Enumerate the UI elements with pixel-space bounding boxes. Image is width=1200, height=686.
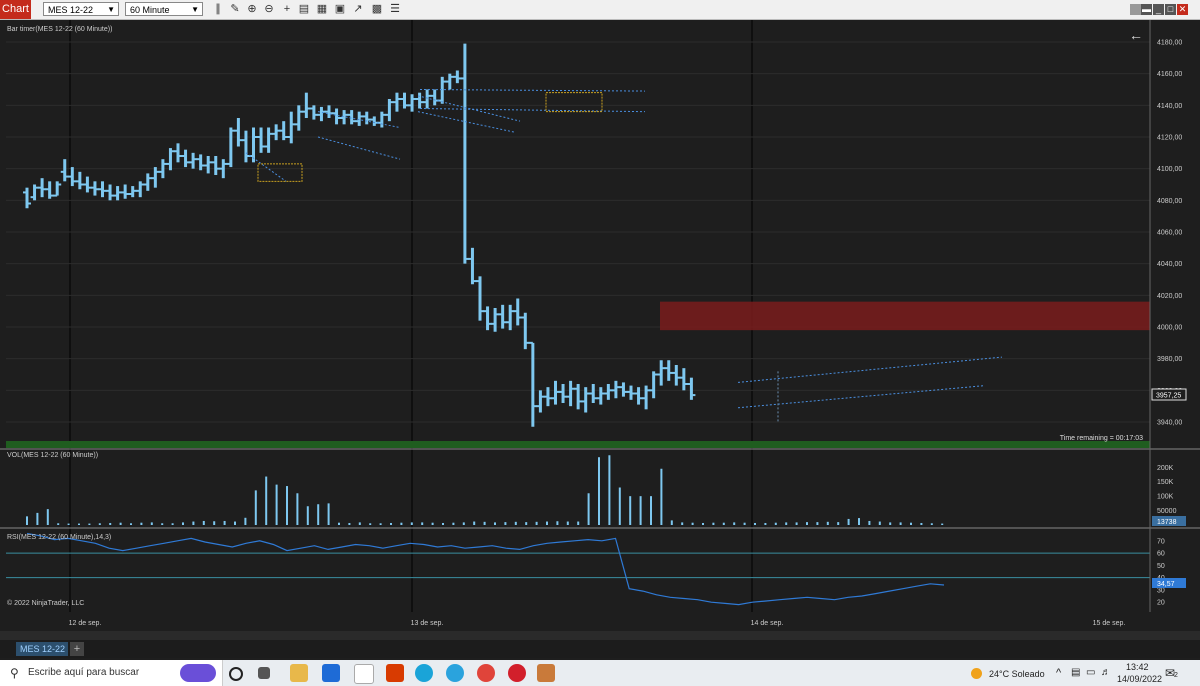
last-volume-tag: 13738 — [1152, 516, 1186, 526]
rsi-panel-label: RSI(MES 12-22 (60 Minute),14,3) — [7, 534, 111, 541]
battery-icon[interactable]: ▭ — [1086, 667, 1095, 678]
price-panel-label: Bar timer(MES 12-22 (60 Minute)) — [7, 26, 112, 33]
chart-tab[interactable]: MES 12-22 — [16, 642, 68, 656]
interval-value: 60 Minute — [130, 5, 170, 15]
clock-date[interactable]: 14/09/2022 — [1117, 674, 1162, 684]
zoom-out-icon[interactable]: ⊖ — [263, 3, 275, 15]
instrument-value: MES 12-22 — [48, 5, 94, 15]
properties-icon[interactable]: ☰ — [389, 3, 401, 15]
maximize-icon[interactable]: □ — [1165, 4, 1176, 15]
price-tick-label: 4080,00 — [1157, 198, 1182, 205]
price-tick-label: 3940,00 — [1157, 420, 1182, 427]
zone-layer — [660, 301, 1150, 331]
office-icon[interactable] — [386, 664, 404, 682]
store-icon[interactable] — [354, 664, 374, 684]
price-tick-label: 4040,00 — [1157, 261, 1182, 268]
strategies-icon[interactable]: ▩ — [371, 3, 383, 15]
rsi-tick-label: 30 — [1157, 587, 1165, 594]
bar-type-icon[interactable]: ∥ — [212, 3, 224, 15]
edge-icon[interactable] — [415, 664, 433, 682]
minimize-icon[interactable]: _ — [1153, 4, 1164, 15]
notification-count: 2 — [1174, 672, 1178, 679]
weather-sun-icon[interactable] — [971, 668, 982, 679]
volume-tick-label: 150K — [1157, 479, 1174, 486]
last-rsi-tag: 34,57 — [1152, 578, 1186, 588]
last-price-tag: 3957,25 — [1151, 388, 1187, 401]
interval-selector[interactable]: 60 Minute ▼ — [125, 2, 203, 16]
back-arrow-icon[interactable]: ← — [1129, 27, 1143, 43]
last-volume-value: 13738 — [1157, 519, 1177, 526]
add-tab-icon[interactable]: + — [70, 642, 84, 656]
chevron-down-icon: ▼ — [191, 5, 199, 14]
volume-tick-label: 200K — [1157, 465, 1174, 472]
search-icon: ⚲ — [10, 666, 19, 680]
chrome-icon[interactable] — [477, 664, 495, 682]
window-tile-icon[interactable]: ▬ — [1141, 4, 1152, 15]
window-pin-icon[interactable] — [1130, 4, 1141, 15]
ninjatrader-icon[interactable] — [537, 664, 555, 682]
chart-area[interactable]: 4180,00 4160,00 4140,00 4120,00 4100,00 4080,… — [0, 20, 1200, 631]
screenshot-icon[interactable]: ▣ — [334, 3, 346, 15]
price-tick-label: 4120,00 — [1157, 135, 1182, 142]
widgets-icon[interactable] — [258, 667, 270, 679]
chart-tab-bar: MES 12-22 + — [0, 640, 1200, 658]
rsi-tick-label: 70 — [1157, 538, 1165, 545]
data-box-icon[interactable]: ▦ — [316, 3, 328, 15]
cortana-icon[interactable] — [180, 664, 216, 682]
x-axis-date-label: 13 de sep. — [411, 620, 444, 627]
x-axis-date-label: 12 de sep. — [69, 620, 102, 627]
chart-toolbar: Chart MES 12-22 ▼ 60 Minute ▼ ∥ ✎ ⊕ ⊖ + … — [0, 0, 1200, 20]
mail-icon[interactable] — [322, 664, 340, 682]
x-axis-date-label: 15 de sep. — [1093, 620, 1126, 627]
demand-zone — [660, 301, 1150, 331]
volume-tick-label: 50000 — [1157, 508, 1177, 515]
indicators-icon[interactable]: ↗ — [352, 3, 364, 15]
rsi-tick-label: 20 — [1157, 600, 1165, 607]
file-explorer-icon[interactable] — [290, 664, 308, 682]
price-tick-label: 4100,00 — [1157, 166, 1182, 173]
price-tick-label: 4020,00 — [1157, 293, 1182, 300]
weather-text[interactable]: 24°C Soleado — [989, 669, 1045, 679]
volume-tick-label: 100K — [1157, 494, 1174, 501]
rsi-tick-label: 60 — [1157, 551, 1165, 558]
drawing-tools-icon[interactable]: ▤ — [298, 3, 310, 15]
session-strip — [6, 441, 1150, 448]
last-rsi-value: 34,57 — [1157, 581, 1175, 588]
network-icon[interactable]: ▤ — [1071, 667, 1080, 678]
close-icon[interactable]: ✕ — [1177, 4, 1188, 15]
price-tick-label: 4060,00 — [1157, 230, 1182, 237]
rsi-tick-label: 50 — [1157, 563, 1165, 570]
telegram-icon[interactable] — [446, 664, 464, 682]
instrument-selector[interactable]: MES 12-22 ▼ — [43, 2, 119, 16]
clock-time[interactable]: 13:42 — [1126, 662, 1149, 672]
zoom-in-icon[interactable]: ⊕ — [246, 3, 258, 15]
price-tick-label: 4140,00 — [1157, 103, 1182, 110]
time-remaining-label: Time remaining = 00:17:03 — [1060, 435, 1143, 442]
task-view-icon[interactable] — [229, 667, 243, 681]
horizontal-scrollbar[interactable] — [0, 631, 1200, 640]
tray-chevron-icon[interactable]: ^ — [1056, 667, 1061, 679]
crosshair-icon[interactable]: + — [281, 3, 293, 15]
windows-taskbar: ⚲ Escribe aquí para buscar 24°C Soleado … — [0, 660, 1200, 686]
price-tick-label: 4180,00 — [1157, 40, 1182, 47]
price-tick-label: 4160,00 — [1157, 71, 1182, 78]
pencil-icon[interactable]: ✎ — [229, 3, 241, 15]
opera-icon[interactable] — [508, 664, 526, 682]
chevron-down-icon: ▼ — [107, 5, 115, 14]
volume-icon[interactable]: ♬ — [1101, 667, 1111, 678]
copyright-label: © 2022 NinjaTrader, LLC — [7, 599, 84, 607]
price-tick-label: 3980,00 — [1157, 356, 1182, 363]
chart-title-tab[interactable]: Chart — [0, 0, 31, 19]
x-axis-date-label: 14 de sep. — [751, 620, 784, 627]
last-price-value: 3957,25 — [1156, 393, 1181, 400]
price-tick-label: 4000,00 — [1157, 325, 1182, 332]
search-placeholder: Escribe aquí para buscar — [28, 667, 140, 678]
volume-panel-label: VOL(MES 12-22 (60 Minute)) — [7, 452, 98, 459]
